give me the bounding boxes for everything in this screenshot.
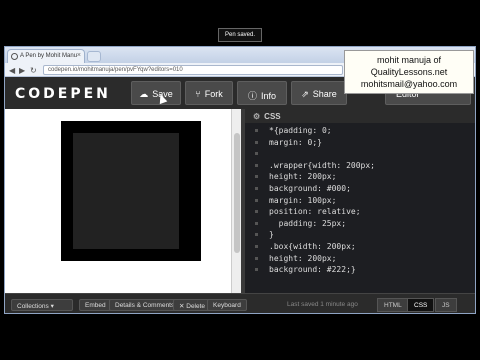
fold-marker-icon bbox=[255, 221, 258, 225]
preview-wrapper-box bbox=[61, 121, 201, 261]
browser-tab[interactable]: A Pen by Mohit Manu × bbox=[7, 49, 85, 63]
fold-marker-icon bbox=[255, 163, 258, 167]
code-line[interactable]: padding: 25px; bbox=[245, 218, 475, 230]
note-line-2: QualityLessons.net bbox=[370, 67, 448, 77]
back-icon[interactable]: ◀ bbox=[9, 66, 15, 75]
fold-marker-icon bbox=[255, 198, 258, 202]
new-tab-button[interactable] bbox=[87, 51, 101, 62]
code-line[interactable]: height: 200px; bbox=[245, 171, 475, 183]
code-line[interactable]: *{padding: 0; bbox=[245, 125, 475, 137]
details-comments-button[interactable]: Details & Comments bbox=[109, 299, 181, 311]
code-line[interactable]: height: 200px; bbox=[245, 253, 475, 265]
info-button[interactable]: ⓘ Info bbox=[237, 81, 287, 105]
code-line[interactable] bbox=[245, 148, 475, 160]
reload-icon[interactable]: ↻ bbox=[30, 66, 37, 75]
share-icon: ⇗ bbox=[301, 89, 309, 99]
code-line[interactable]: background: #222;} bbox=[245, 264, 475, 276]
info-label: Info bbox=[261, 91, 277, 101]
tab-js[interactable]: JS bbox=[435, 298, 457, 312]
fold-marker-icon bbox=[255, 140, 258, 144]
embed-button[interactable]: Embed bbox=[79, 299, 112, 311]
code-line[interactable]: .box{width: 200px; bbox=[245, 241, 475, 253]
css-editor-header: ⚙ CSS bbox=[245, 109, 475, 123]
fork-label: Fork bbox=[204, 89, 223, 99]
note-line-3: mohitsmail@yahoo.com bbox=[360, 79, 458, 89]
preview-inner-box bbox=[73, 133, 179, 249]
code-line[interactable]: position: relative; bbox=[245, 206, 475, 218]
fold-marker-icon bbox=[255, 233, 258, 237]
codepen-favicon-icon bbox=[11, 53, 18, 60]
share-label: Share bbox=[312, 89, 337, 99]
code-line[interactable]: .wrapper{width: 200px; bbox=[245, 160, 475, 172]
preview-scrollbar[interactable] bbox=[231, 109, 241, 293]
css-editor[interactable]: ⚙ CSS *{padding: 0; margin: 0;} .wrapper{… bbox=[245, 109, 475, 293]
fork-button[interactable]: ⑂ Fork bbox=[185, 81, 233, 105]
code-line[interactable]: margin: 0;} bbox=[245, 137, 475, 149]
tab-css[interactable]: CSS bbox=[407, 298, 435, 312]
collections-dropdown[interactable]: Collections ▾ bbox=[11, 299, 73, 311]
bottom-bar: Collections ▾ Embed Details & Comments ✕… bbox=[5, 293, 475, 313]
author-note: mohit manuja of QualityLessons.net mohit… bbox=[344, 50, 474, 94]
save-button[interactable]: ☁ Save bbox=[131, 81, 181, 105]
fold-marker-icon bbox=[255, 129, 258, 132]
tab-close-icon[interactable]: × bbox=[77, 52, 81, 59]
forward-icon[interactable]: ▶ bbox=[19, 66, 25, 75]
note-line-1: mohit manuja of bbox=[376, 55, 442, 65]
delete-button[interactable]: ✕ Delete bbox=[173, 299, 212, 311]
fold-marker-icon bbox=[255, 210, 258, 214]
scrollbar-thumb[interactable] bbox=[234, 133, 240, 253]
fold-marker-icon bbox=[255, 256, 258, 260]
keyboard-button[interactable]: Keyboard bbox=[207, 299, 247, 311]
fold-marker-icon bbox=[255, 152, 258, 156]
fold-marker-icon bbox=[255, 268, 258, 272]
pen-saved-toast: Pen saved. bbox=[218, 28, 262, 42]
preview-pane bbox=[5, 109, 231, 293]
share-button[interactable]: ⇗ Share bbox=[291, 81, 347, 105]
css-code[interactable]: *{padding: 0; margin: 0;} .wrapper{width… bbox=[245, 125, 475, 276]
fold-marker-icon bbox=[255, 175, 258, 179]
codepen-logo[interactable]: CODEPEN bbox=[15, 86, 111, 102]
url-input[interactable]: codepen.io/mohitmanuja/pen/pvFYqw?editor… bbox=[43, 65, 343, 75]
code-line[interactable]: } bbox=[245, 229, 475, 241]
code-line[interactable]: background: #000; bbox=[245, 183, 475, 195]
fold-marker-icon bbox=[255, 186, 258, 190]
fold-marker-icon bbox=[255, 244, 258, 248]
fork-icon: ⑂ bbox=[195, 89, 201, 99]
cloud-icon: ☁ bbox=[139, 89, 149, 99]
save-status: Last saved 1 minute ago bbox=[287, 301, 358, 308]
css-editor-title: CSS bbox=[264, 112, 281, 121]
info-icon: ⓘ bbox=[247, 91, 257, 101]
tab-html[interactable]: HTML bbox=[377, 298, 409, 312]
tab-title: A Pen by Mohit Manu bbox=[20, 53, 78, 59]
gear-icon[interactable]: ⚙ bbox=[253, 112, 260, 121]
code-line[interactable]: margin: 100px; bbox=[245, 195, 475, 207]
video-frame: A Pen by Mohit Manu × ◀ ▶ ↻ codepen.io/m… bbox=[0, 0, 480, 360]
